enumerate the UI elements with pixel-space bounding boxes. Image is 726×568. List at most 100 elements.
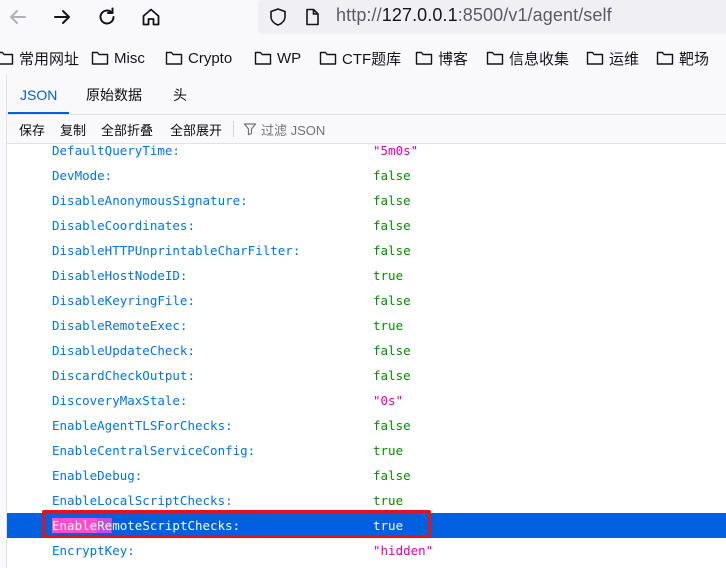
folder-icon <box>586 51 604 65</box>
bookmark-folder[interactable]: 信息收集 <box>486 48 569 68</box>
json-row[interactable]: EncryptKey: "hidden" <box>7 538 726 563</box>
url-prefix: http:// <box>336 5 382 25</box>
json-row[interactable]: DiscardCheckOutput: false <box>7 363 726 388</box>
bookmark-folder[interactable]: 博客 <box>415 48 468 68</box>
filter-placeholder: 过滤 JSON <box>261 122 326 138</box>
json-value: "hidden" <box>373 543 434 558</box>
bookmark-folder[interactable]: 常用网址 <box>0 48 79 68</box>
json-row[interactable]: DefaultQueryTime: "5m0s" <box>7 144 726 163</box>
bookmark-label: 信息收集 <box>509 50 570 68</box>
toolbar-divider <box>233 121 234 137</box>
home-icon <box>142 8 160 26</box>
json-value: true <box>373 268 404 283</box>
json-key: EnableCentralServiceConfig: <box>52 443 256 458</box>
navigation-bar: http://127.0.0.1:8500/v1/agent/self <box>0 0 726 36</box>
bookmark-folder[interactable]: Misc <box>91 48 145 68</box>
bookmark-label: WP <box>277 49 302 67</box>
tab-json[interactable]: JSON <box>8 74 70 114</box>
bookmark-folder[interactable]: WP <box>254 48 301 68</box>
json-rows: DefaultQueryTime: "5m0s" DevMode: false Di… <box>7 144 726 568</box>
json-key: EnableLocalScriptChecks: <box>52 493 233 508</box>
folder-icon <box>415 51 433 65</box>
json-value: false <box>373 418 411 433</box>
json-value: false <box>373 468 411 483</box>
json-value: false <box>373 218 411 233</box>
collapse-all-button[interactable]: 全部折叠 <box>101 120 153 139</box>
bookmark-folder[interactable]: CTF题库 <box>319 48 401 68</box>
json-key: DisableAnonymousSignature: <box>52 193 248 208</box>
bookmark-label: Misc <box>114 49 145 67</box>
folder-icon <box>91 51 109 65</box>
json-key: DisableCoordinates: <box>52 218 195 233</box>
json-key: DisableRemoteExec: <box>52 318 188 333</box>
json-key: DevMode: <box>52 168 113 183</box>
arrow-right-icon <box>54 10 70 24</box>
json-key: EncryptKey: <box>52 543 135 558</box>
json-row[interactable]: EnableAgentTLSForChecks: false <box>7 413 726 438</box>
json-row[interactable]: DisableCoordinates: false <box>7 213 726 238</box>
json-row[interactable]: DisableUpdateCheck: false <box>7 338 726 363</box>
filter-json-input[interactable]: 过滤 JSON <box>243 119 325 139</box>
page-icon[interactable] <box>302 7 322 27</box>
json-viewer: JSON 原始数据 头 保存 复制 全部折叠 全部展开 过滤 JSON Defa… <box>6 74 726 568</box>
json-value: true <box>373 443 404 458</box>
json-key: DiscoveryMaxStale: <box>52 393 188 408</box>
address-bar[interactable]: http://127.0.0.1:8500/v1/agent/self <box>258 0 726 34</box>
folder-icon <box>165 51 183 65</box>
json-row[interactable]: DiscoveryMaxStale: "0s" <box>7 388 726 413</box>
bookmarks-toolbar: 常用网址 Misc Crypto WP CTF题库 博客 信息收集 运维 靶场 <box>0 42 726 74</box>
json-row[interactable]: DisableHTTPUnprintableCharFilter: false <box>7 238 726 263</box>
json-value: false <box>373 368 411 383</box>
json-value: true <box>373 493 404 508</box>
json-row[interactable]: EnableDebug: false <box>7 463 726 488</box>
json-row-selected[interactable]: EnableRemoteScriptChecks: true <box>7 510 726 538</box>
bookmark-label: 博客 <box>438 50 469 68</box>
folder-icon <box>254 51 272 65</box>
json-value: "0s" <box>373 393 404 408</box>
bookmark-label: 常用网址 <box>19 50 80 68</box>
bookmark-label: CTF题库 <box>342 50 402 68</box>
json-row[interactable]: DevMode: false <box>7 163 726 188</box>
json-value: false <box>373 168 411 183</box>
save-button[interactable]: 保存 <box>19 120 45 139</box>
folder-icon <box>486 51 504 65</box>
json-value: "5m0s" <box>373 144 419 158</box>
copy-button[interactable]: 复制 <box>60 120 86 139</box>
reload-icon <box>99 7 115 25</box>
url-host: 127.0.0.1 <box>381 5 458 25</box>
expand-all-button[interactable]: 全部展开 <box>170 120 222 139</box>
json-row[interactable]: DisableRemoteExec: true <box>7 313 726 338</box>
url-text[interactable]: http://127.0.0.1:8500/v1/agent/self <box>336 5 612 26</box>
reload-button[interactable] <box>93 4 121 30</box>
bookmark-folder[interactable]: 靶场 <box>656 48 709 68</box>
json-key: EnableAgentTLSForChecks: <box>52 418 233 433</box>
json-row[interactable]: EnableCentralServiceConfig: true <box>7 438 726 463</box>
json-row[interactable]: DisableHostNodeID: true <box>7 263 726 288</box>
json-value: false <box>373 243 411 258</box>
bookmark-label: 靶场 <box>679 50 710 68</box>
json-value: false <box>373 343 411 358</box>
bookmark-folder[interactable]: 运维 <box>586 48 639 68</box>
json-key: DisableHostNodeID: <box>52 268 188 283</box>
json-value: false <box>373 193 411 208</box>
bookmark-label: Crypto <box>188 49 233 67</box>
json-key: DisableUpdateCheck: <box>52 343 195 358</box>
forward-button[interactable] <box>48 4 76 30</box>
back-button[interactable] <box>4 4 32 30</box>
home-button[interactable] <box>137 4 165 30</box>
json-row[interactable]: DisableAnonymousSignature: false <box>7 188 726 213</box>
json-key: EnableDebug: <box>52 468 143 483</box>
bookmark-folder[interactable]: Crypto <box>165 48 232 68</box>
json-key: DefaultQueryTime: <box>52 144 180 158</box>
shield-icon[interactable] <box>268 7 288 27</box>
url-path: :8500/v1/agent/self <box>457 5 612 25</box>
tab-raw-data[interactable]: 原始数据 <box>74 74 154 114</box>
json-row[interactable]: DisableKeyringFile: false <box>7 288 726 313</box>
json-key: DiscardCheckOutput: <box>52 368 195 383</box>
folder-icon <box>656 51 674 65</box>
bookmark-label: 运维 <box>609 50 640 68</box>
viewer-toolbar: 保存 复制 全部折叠 全部展开 过滤 JSON <box>7 115 726 144</box>
json-key: DisableKeyringFile: <box>52 293 195 308</box>
json-key: DisableHTTPUnprintableCharFilter: <box>52 243 301 258</box>
tab-headers[interactable]: 头 <box>161 74 199 114</box>
